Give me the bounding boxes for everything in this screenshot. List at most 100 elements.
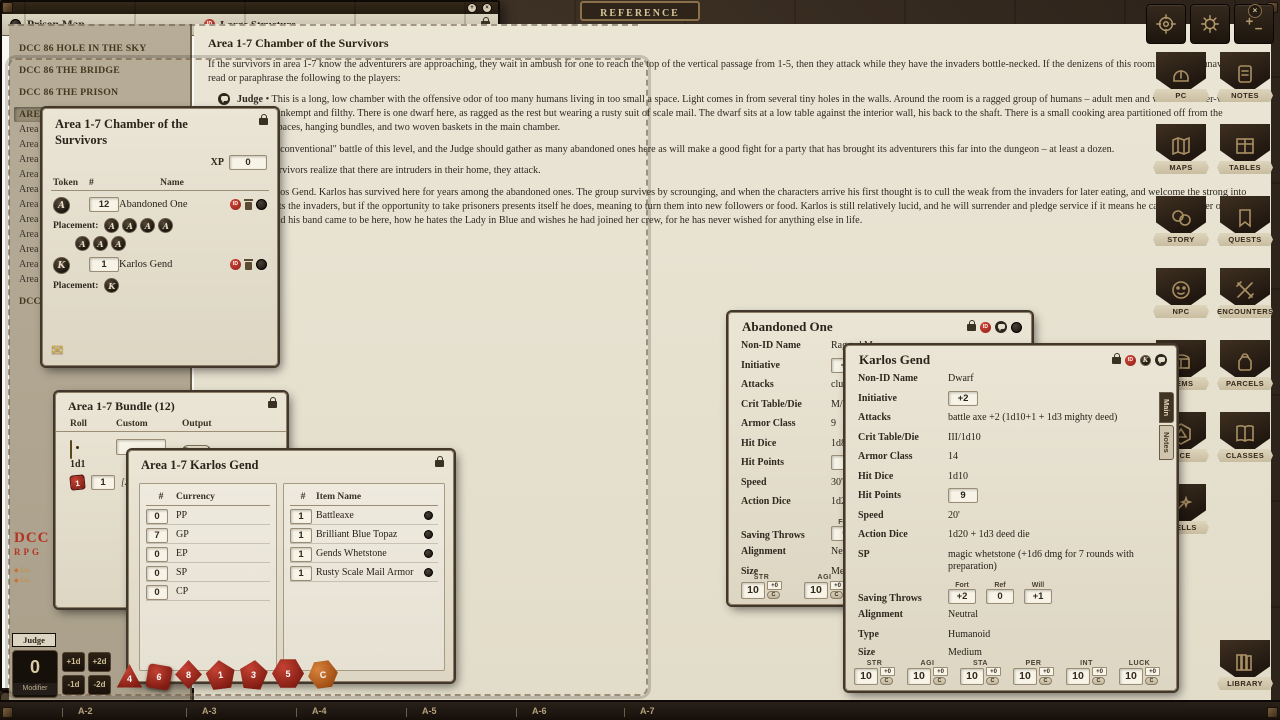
- npc-name-link[interactable]: Karlos Gend: [119, 259, 225, 270]
- currency-count-field[interactable]: 0: [146, 509, 168, 524]
- placement-token[interactable]: A: [75, 236, 90, 251]
- saving-throw[interactable]: Will +1: [1024, 582, 1052, 604]
- record-link-icon[interactable]: [424, 568, 433, 577]
- sidebar-button[interactable]: PARCELS: [1216, 340, 1274, 390]
- ability-block[interactable]: AGI 10 +0 C: [907, 660, 948, 685]
- ability-check-button[interactable]: C: [1145, 677, 1158, 685]
- sidebar-tool-button[interactable]: [1146, 4, 1186, 44]
- item-name-link[interactable]: Rusty Scale Mail Armor: [316, 567, 424, 578]
- die[interactable]: 5: [272, 658, 304, 689]
- ability-score-field[interactable]: 10: [741, 582, 765, 599]
- ability-block[interactable]: PER 10 +0 C: [1013, 660, 1054, 685]
- saving-throw[interactable]: Fort +2: [948, 582, 976, 604]
- npc-token[interactable]: K: [1140, 355, 1151, 366]
- item-name-link[interactable]: Brilliant Blue Topaz: [316, 529, 424, 540]
- size-value[interactable]: Medium: [948, 645, 982, 660]
- item-name-link[interactable]: Gends Whetstone: [316, 548, 424, 559]
- speech-bubble-icon[interactable]: [1155, 354, 1167, 366]
- ability-block[interactable]: LUCK 10 +0 C: [1119, 660, 1160, 685]
- ability-block[interactable]: STA 10 +0 C: [960, 660, 1001, 685]
- placement-token[interactable]: A: [122, 218, 137, 233]
- placement-token[interactable]: A: [111, 236, 126, 251]
- ability-mod-field[interactable]: +0: [1092, 667, 1107, 676]
- npc-token[interactable]: A: [53, 197, 70, 214]
- sidebar-button-library[interactable]: LIBRARY: [1216, 640, 1274, 690]
- die[interactable]: 8: [175, 660, 202, 689]
- modifier-die-button[interactable]: +1d: [62, 652, 85, 672]
- lock-icon[interactable]: [435, 460, 444, 467]
- roll-die-icon[interactable]: [70, 440, 72, 459]
- npc-token[interactable]: K: [53, 257, 70, 274]
- trash-icon[interactable]: [244, 199, 253, 210]
- ability-check-button[interactable]: C: [767, 591, 780, 599]
- lock-icon[interactable]: [259, 118, 268, 125]
- ability-block[interactable]: STR 10 +0 C: [854, 660, 895, 685]
- lock-icon[interactable]: [1112, 357, 1121, 364]
- id-badge-icon[interactable]: ID: [230, 259, 241, 270]
- ability-check-button[interactable]: C: [1092, 677, 1105, 685]
- sidebar-button[interactable]: STORY: [1152, 196, 1210, 246]
- sidebar-button[interactable]: TABLES: [1216, 124, 1274, 174]
- record-link-icon[interactable]: [424, 549, 433, 558]
- ability-mod-field[interactable]: +0: [986, 667, 1001, 676]
- ability-mod-field[interactable]: +0: [830, 581, 845, 590]
- stat-value[interactable]: battle axe +2 (1d10+1 + 1d3 mighty deed): [948, 410, 1117, 425]
- modifier-die-button[interactable]: -2d: [88, 675, 111, 695]
- placement-token[interactable]: A: [104, 218, 119, 233]
- alignment-value[interactable]: Neutral: [948, 607, 978, 622]
- ability-mod-field[interactable]: +0: [880, 667, 895, 676]
- sidebar-button[interactable]: QUESTS: [1216, 196, 1274, 246]
- die[interactable]: 3: [238, 659, 270, 691]
- reference-title-plaque[interactable]: REFERENCE: [580, 1, 700, 21]
- die[interactable]: 4: [116, 663, 143, 689]
- die[interactable]: 6: [145, 663, 173, 691]
- ability-score-field[interactable]: 10: [907, 668, 931, 685]
- save-field[interactable]: +2: [948, 589, 976, 604]
- sidebar-tool-button[interactable]: [1190, 4, 1230, 44]
- item-count-field[interactable]: 1: [290, 547, 312, 562]
- reference-index-item[interactable]: DCC 86 HOLE IN THE SKY: [14, 41, 185, 56]
- sidebar-button[interactable]: NOTES: [1216, 52, 1274, 102]
- item-row[interactable]: 1 Brilliant Blue Topaz: [290, 525, 438, 544]
- ability-check-button[interactable]: C: [830, 591, 843, 599]
- modifier-stack[interactable]: 0 Modifier: [12, 650, 58, 698]
- currency-row[interactable]: 0 CP: [146, 582, 270, 601]
- item-row[interactable]: 1 Gends Whetstone: [290, 544, 438, 563]
- stat-value[interactable]: 20': [948, 508, 960, 523]
- ability-score-field[interactable]: 10: [1119, 668, 1143, 685]
- ability-score-field[interactable]: 10: [804, 582, 828, 599]
- ability-mod-field[interactable]: +0: [933, 667, 948, 676]
- ability-score-field[interactable]: 10: [960, 668, 984, 685]
- ability-block[interactable]: INT 10 +0 C: [1066, 660, 1107, 685]
- parcel-window[interactable]: Area 1-7 Karlos Gend # Currency 0 PP 7 G…: [128, 450, 454, 682]
- saving-throw[interactable]: Ref 0: [986, 582, 1014, 604]
- item-count-field[interactable]: 1: [290, 566, 312, 581]
- sidebar-button[interactable]: PC: [1152, 52, 1210, 102]
- currency-row[interactable]: 0 EP: [146, 544, 270, 563]
- currency-count-field[interactable]: 0: [146, 585, 168, 600]
- stat-value[interactable]: III/1d10: [948, 430, 981, 445]
- stat-value[interactable]: Dwarf: [948, 371, 974, 386]
- ability-mod-field[interactable]: +0: [1145, 667, 1160, 676]
- id-badge-icon[interactable]: ID: [230, 199, 241, 210]
- npc-window-karlos-gend[interactable]: Karlos Gend ID K Main Notes Non-ID Name …: [845, 345, 1177, 691]
- die[interactable]: 1: [204, 658, 236, 690]
- save-field[interactable]: +1: [1024, 589, 1052, 604]
- npc-count-field[interactable]: 1: [89, 257, 119, 272]
- placement-token[interactable]: A: [158, 218, 173, 233]
- placement-token[interactable]: A: [93, 236, 108, 251]
- record-link-icon[interactable]: [424, 530, 433, 539]
- stat-value[interactable]: 1d20 + 1d3 deed die: [948, 527, 1030, 542]
- npc-name-link[interactable]: Abandoned One: [119, 199, 225, 210]
- item-count-field[interactable]: 1: [290, 528, 312, 543]
- id-badge-icon[interactable]: ID: [980, 322, 991, 333]
- npc-count-field[interactable]: 12: [89, 197, 119, 212]
- xp-field[interactable]: 0: [229, 155, 267, 170]
- currency-row[interactable]: 0 PP: [146, 506, 270, 525]
- currency-row[interactable]: 7 GP: [146, 525, 270, 544]
- item-name-link[interactable]: Battleaxe: [316, 510, 424, 521]
- result-die-icon[interactable]: 1: [69, 474, 85, 490]
- save-field[interactable]: 0: [986, 589, 1014, 604]
- currency-row[interactable]: 0 SP: [146, 563, 270, 582]
- record-link-icon[interactable]: [256, 259, 267, 270]
